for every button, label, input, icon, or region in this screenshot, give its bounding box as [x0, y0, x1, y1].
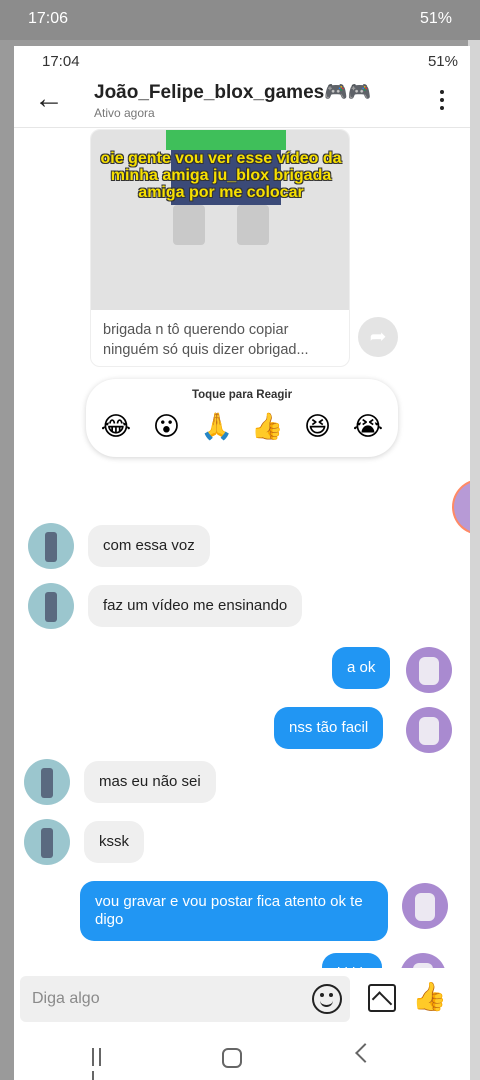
system-nav-bar — [14, 1034, 470, 1080]
outer-status-time: 17:06 — [28, 10, 69, 27]
status-time: 17:04 — [42, 53, 80, 70]
back-arrow-icon[interactable]: ← — [34, 84, 68, 118]
message-bubble[interactable]: faz um vídeo me ensinando — [88, 585, 303, 627]
emoji-icon[interactable] — [312, 984, 342, 1014]
message-list[interactable]: oie gente vou ver esse vídeo da minha am… — [14, 129, 470, 999]
reaction-pray-icon[interactable]: 🙏 — [195, 411, 239, 443]
thumbs-up-icon[interactable]: 👍 — [412, 980, 447, 1014]
reaction-title: Toque para Reagir — [191, 389, 293, 401]
message-bubble[interactable]: kssk — [84, 821, 144, 863]
shared-post-overlay-text: oie gente vou ver esse vídeo da minha am… — [100, 150, 342, 201]
message-bubble[interactable]: vou gravar e vou postar fica atento ok t… — [80, 881, 388, 941]
message-composer: 👍 — [14, 968, 470, 1028]
reaction-sob-icon[interactable]: 😭 — [346, 411, 390, 443]
avatar[interactable] — [28, 583, 74, 629]
avatar[interactable] — [402, 883, 448, 929]
share-icon[interactable]: ➦ — [358, 317, 398, 357]
status-battery: 51% — [427, 53, 458, 70]
reaction-laugh-cry-icon[interactable]: 😂 — [94, 411, 138, 443]
back-nav-icon[interactable] — [355, 1043, 375, 1063]
message-bubble[interactable]: a ok — [332, 647, 391, 689]
home-icon[interactable] — [222, 1048, 242, 1068]
message-input[interactable] — [32, 976, 302, 1022]
contact-presence: Ativo agora — [94, 106, 155, 120]
floating-bubble-avatar[interactable] — [452, 479, 470, 535]
avatar[interactable] — [28, 523, 74, 569]
avatar[interactable] — [24, 819, 70, 865]
message-bubble[interactable]: nss tão facil — [274, 707, 384, 749]
reaction-thumbs-up-icon[interactable]: 👍 — [245, 411, 289, 443]
avatar[interactable] — [406, 707, 452, 753]
avatar[interactable] — [406, 647, 452, 693]
screenshot-frame: 17:04 51% ← João_Felipe_blox_games🎮🎮 Ati… — [14, 46, 470, 1080]
reaction-bar: Toque para Reagir 😂 😮 🙏 👍 😆 😭 — [86, 379, 398, 457]
shared-post-card[interactable]: oie gente vou ver esse vídeo da minha am… — [90, 129, 350, 367]
recent-apps-icon[interactable] — [92, 1048, 112, 1080]
status-bar: 17:04 51% — [14, 46, 470, 76]
contact-name[interactable]: João_Felipe_blox_games🎮🎮 — [94, 80, 372, 104]
reaction-laugh-icon[interactable]: 😆 — [296, 411, 340, 443]
more-vertical-icon[interactable] — [432, 86, 452, 118]
message-input-box[interactable] — [20, 976, 350, 1022]
chat-header: ← João_Felipe_blox_games🎮🎮 Ativo agora — [14, 76, 470, 128]
message-bubble[interactable]: com essa voz — [88, 525, 210, 567]
reaction-wow-icon[interactable]: 😮 — [144, 411, 188, 443]
shared-post-caption: brigada n tô querendo copiar ninguém só … — [103, 322, 309, 358]
avatar[interactable] — [24, 759, 70, 805]
outer-status-battery: 51% — [419, 10, 452, 27]
outer-status-bar: 17:06 51% — [0, 0, 480, 40]
image-icon[interactable] — [368, 984, 396, 1012]
message-bubble[interactable]: mas eu não sei — [84, 761, 216, 803]
shared-post-image: oie gente vou ver esse vídeo da minha am… — [91, 130, 349, 310]
